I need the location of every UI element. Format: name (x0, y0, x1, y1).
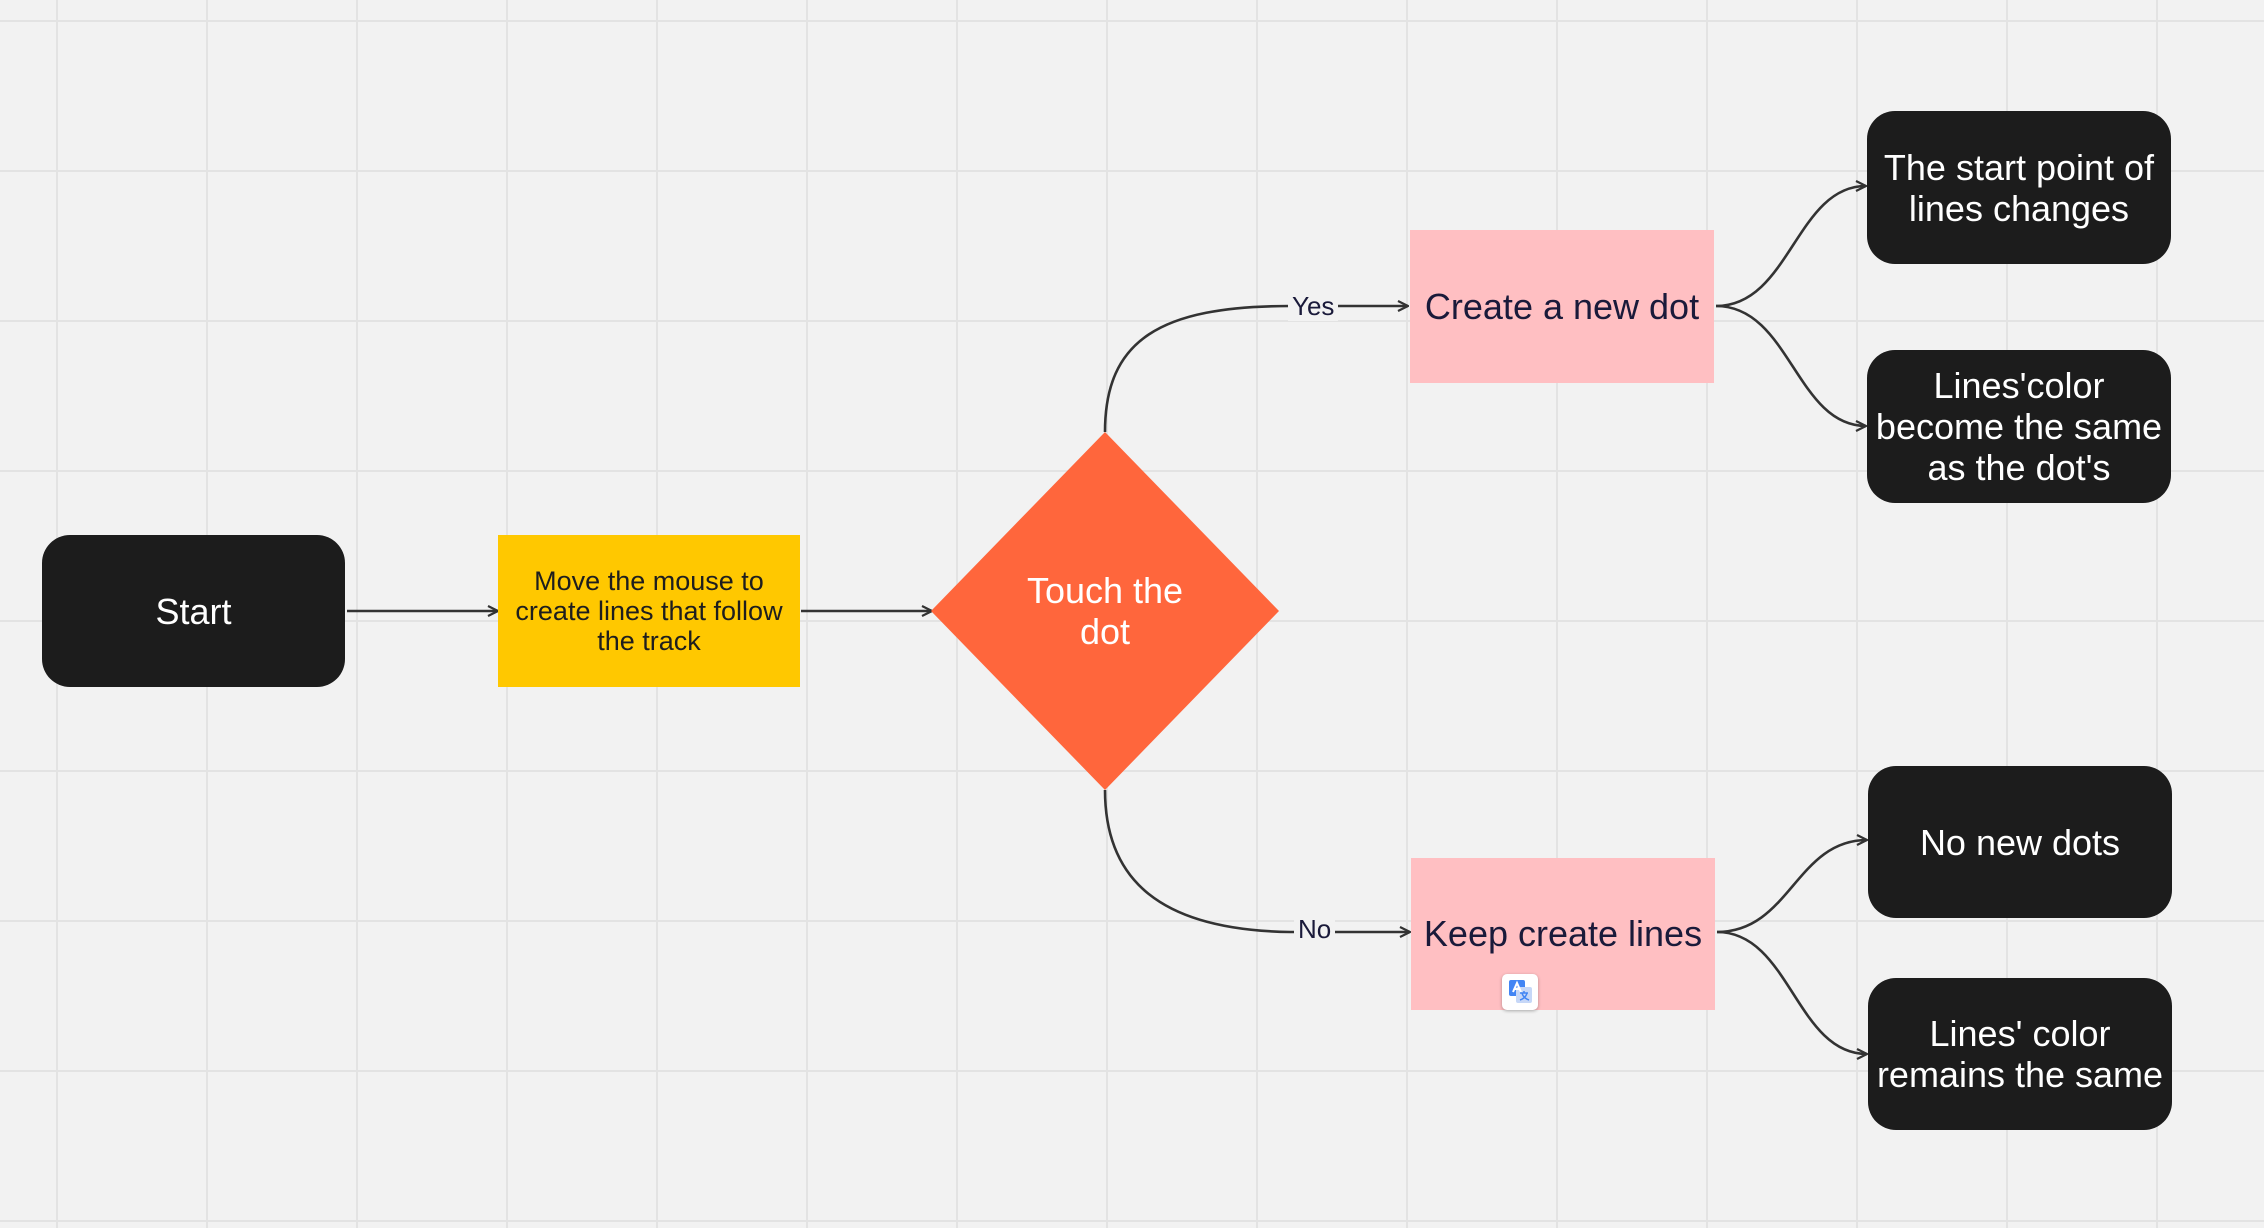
yes-label: Yes (1288, 291, 1339, 321)
keep-create-lines-node[interactable]: Keep create lines (1411, 858, 1715, 1010)
color-same-as-dot-node-label: Lines'color become the same as the dot's (1875, 365, 2163, 488)
color-remains-same-node[interactable]: Lines' color remains the same (1868, 978, 2172, 1130)
edge-keep-lines-to-no-new-dots[interactable] (1716, 840, 1867, 934)
no-label: No (1294, 914, 1336, 944)
edge-create-dot-to-color-same[interactable] (1715, 304, 1866, 426)
create-new-dot-node[interactable]: Create a new dot (1410, 230, 1714, 383)
edge-keep-lines-to-color-remains[interactable] (1716, 930, 1867, 1054)
start-node-label: Start (155, 590, 232, 632)
start-point-changes-node[interactable]: The start point of lines changes (1867, 111, 2171, 264)
translate-glyph-icon (1509, 980, 1532, 1003)
no-new-dots-node-label: No new dots (1919, 821, 2121, 863)
google-translate-icon[interactable] (1502, 974, 1538, 1010)
keep-create-lines-node-label: Keep create lines (1423, 913, 1703, 954)
create-new-dot-node-label: Create a new dot (1424, 285, 1700, 327)
edge-decision-no[interactable] (1103, 789, 1410, 932)
move-mouse-node[interactable]: Move the mouse to create lines that foll… (498, 535, 800, 687)
move-mouse-node-label: Move the mouse to create lines that foll… (515, 566, 783, 656)
color-remains-same-node-label: Lines' color remains the same (1876, 1013, 2164, 1095)
no-new-dots-node[interactable]: No new dots (1868, 766, 2172, 918)
start-node[interactable]: Start (42, 535, 345, 687)
start-point-changes-node-label: The start point of lines changes (1883, 146, 2155, 229)
decision-label: Touch the dot (1026, 570, 1184, 652)
edge-decision-yes[interactable] (1103, 306, 1408, 433)
color-same-as-dot-node[interactable]: Lines'color become the same as the dot's (1867, 350, 2171, 503)
edge-create-dot-to-start-point[interactable] (1715, 186, 1866, 308)
